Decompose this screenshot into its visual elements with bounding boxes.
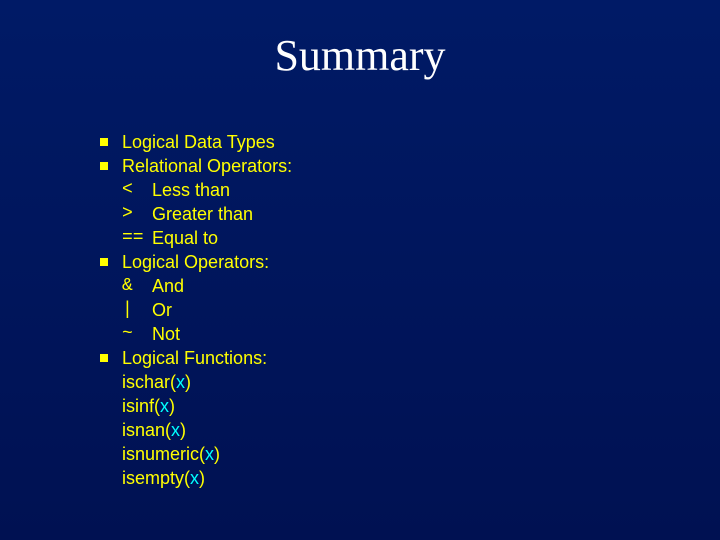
- page-title: Summary: [0, 0, 720, 81]
- sub-item: ~ Not: [100, 322, 292, 346]
- bullet-text: Relational Operators:: [122, 154, 292, 178]
- content-block: Logical Data Types Relational Operators:…: [100, 130, 292, 490]
- bullet-icon: [100, 138, 108, 146]
- list-item: Logical Data Types: [100, 130, 292, 154]
- function-arg: x: [190, 468, 199, 488]
- paren-close: ): [169, 396, 175, 416]
- bullet-text: Logical Data Types: [122, 130, 275, 154]
- operator-desc: And: [152, 274, 184, 298]
- sub-item: isnumeric(x): [100, 442, 292, 466]
- operator-symbol: |: [122, 298, 152, 322]
- paren-close: ): [214, 444, 220, 464]
- operator-symbol: ==: [122, 226, 152, 250]
- paren-close: ): [185, 372, 191, 392]
- sub-item: | Or: [100, 298, 292, 322]
- bullet-text: Logical Functions:: [122, 346, 267, 370]
- sub-item: < Less than: [100, 178, 292, 202]
- bullet-text: Logical Operators:: [122, 250, 269, 274]
- operator-desc: Less than: [152, 178, 230, 202]
- bullet-icon: [100, 354, 108, 362]
- function-arg: x: [176, 372, 185, 392]
- function-name: isinf: [122, 396, 154, 416]
- function-name: isempty: [122, 468, 184, 488]
- paren-close: ): [180, 420, 186, 440]
- list-item: Logical Functions:: [100, 346, 292, 370]
- operator-desc: Not: [152, 322, 180, 346]
- paren-close: ): [199, 468, 205, 488]
- bullet-icon: [100, 162, 108, 170]
- operator-symbol: ~: [122, 322, 152, 346]
- sub-item: isempty(x): [100, 466, 292, 490]
- function-arg: x: [160, 396, 169, 416]
- list-item: Logical Operators:: [100, 250, 292, 274]
- function-arg: x: [205, 444, 214, 464]
- operator-desc: Equal to: [152, 226, 218, 250]
- operator-desc: Greater than: [152, 202, 253, 226]
- bullet-icon: [100, 258, 108, 266]
- sub-item: & And: [100, 274, 292, 298]
- operator-symbol: <: [122, 178, 152, 202]
- function-name: isnumeric: [122, 444, 199, 464]
- list-item: Relational Operators:: [100, 154, 292, 178]
- function-name: ischar: [122, 372, 170, 392]
- sub-item: isnan(x): [100, 418, 292, 442]
- function-arg: x: [171, 420, 180, 440]
- slide: Summary Logical Data Types Relational Op…: [0, 0, 720, 540]
- sub-item: == Equal to: [100, 226, 292, 250]
- function-name: isnan: [122, 420, 165, 440]
- operator-desc: Or: [152, 298, 172, 322]
- operator-symbol: &: [122, 274, 152, 298]
- sub-item: ischar(x): [100, 370, 292, 394]
- sub-item: > Greater than: [100, 202, 292, 226]
- sub-item: isinf(x): [100, 394, 292, 418]
- operator-symbol: >: [122, 202, 152, 226]
